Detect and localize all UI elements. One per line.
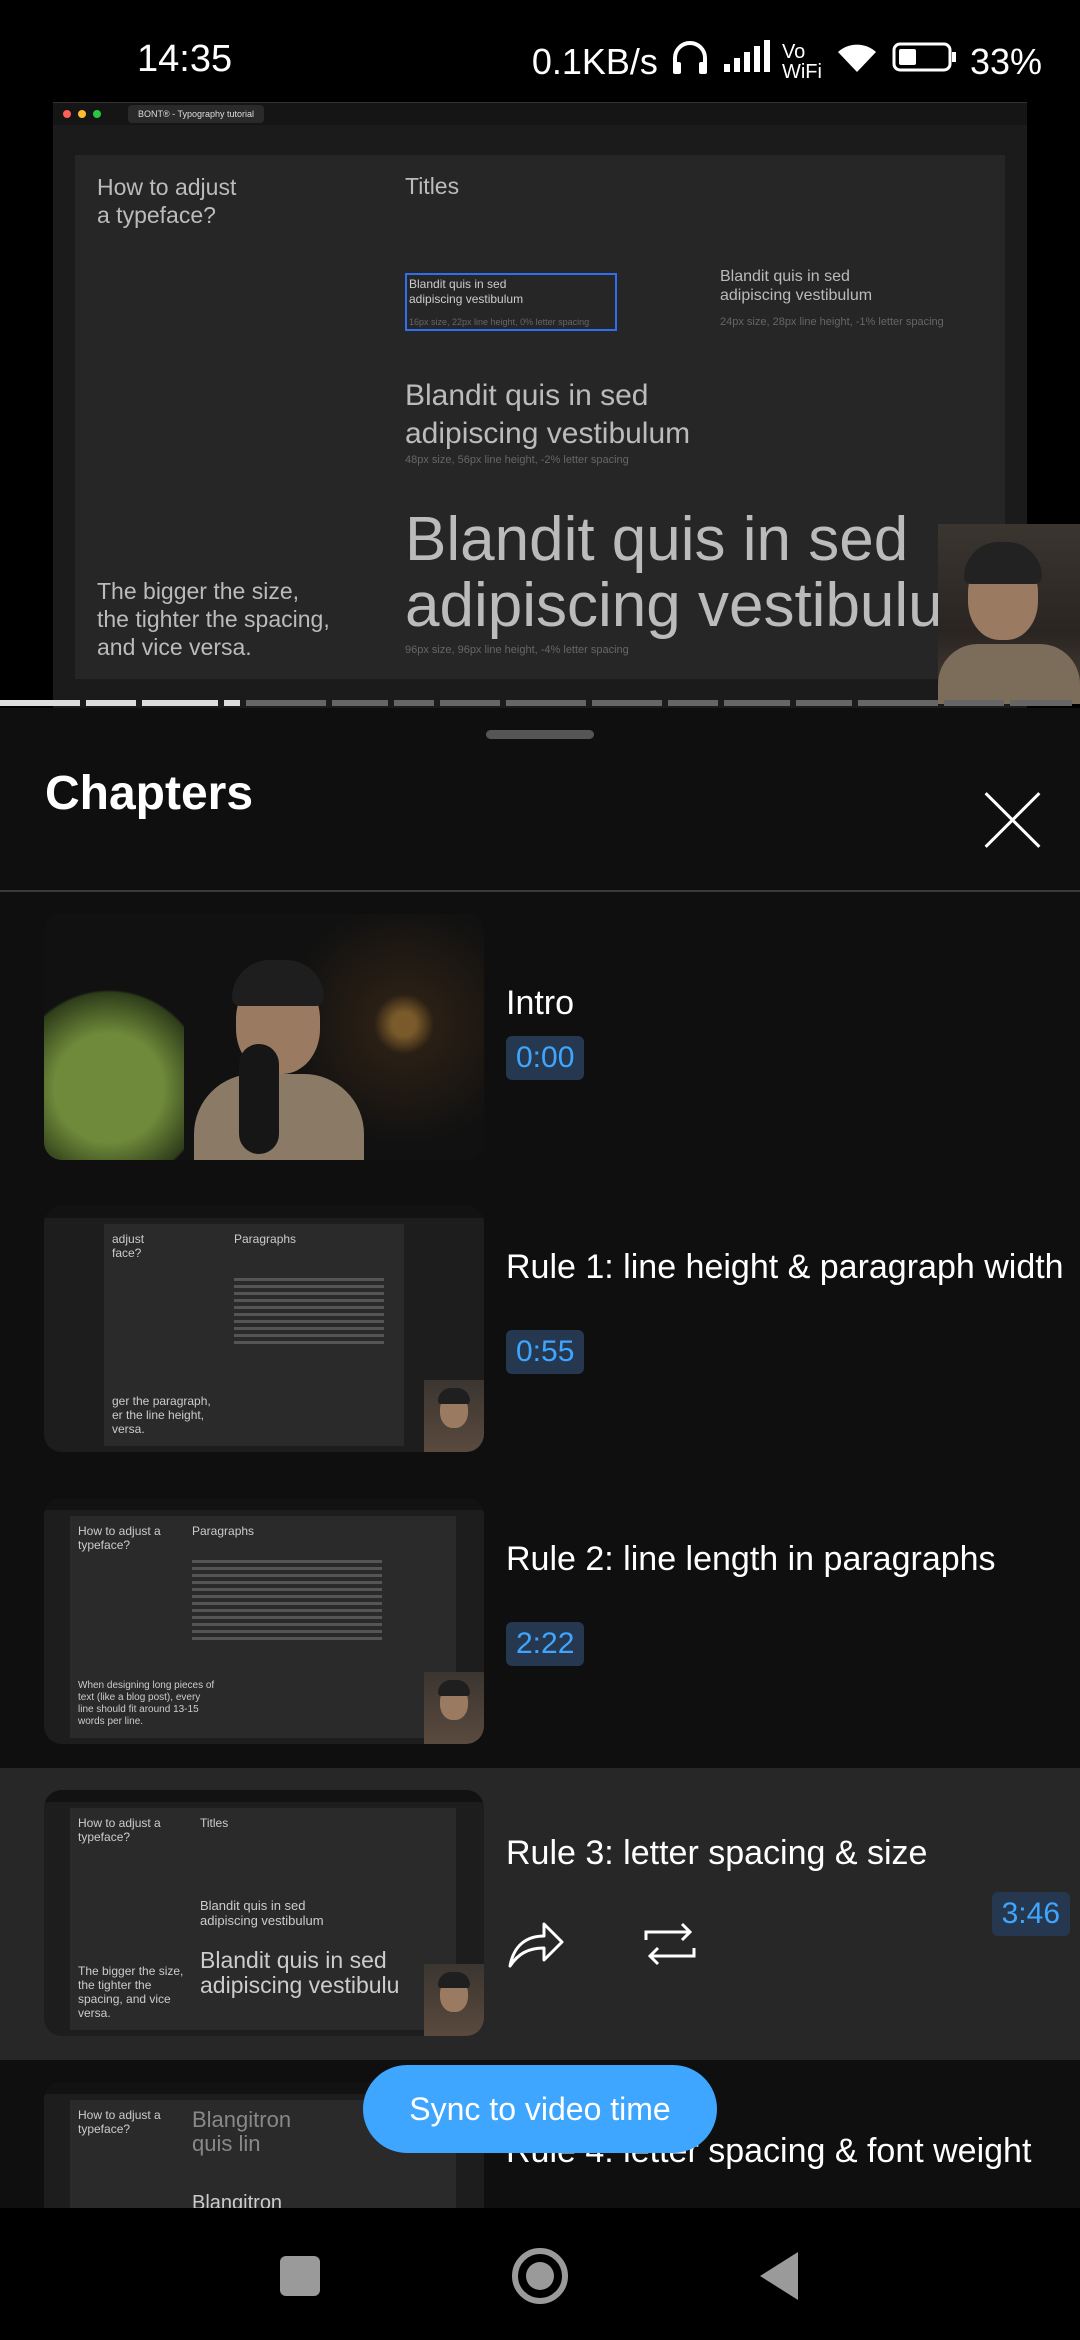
video-player[interactable]: BONT® - Typography tutorial How to adjus… <box>0 100 1080 708</box>
slide-note: The bigger the size, the tighter the spa… <box>97 578 330 660</box>
chapter-actions <box>506 1914 700 1974</box>
divider <box>0 890 1080 892</box>
chapter-thumbnail: How to adjust a typeface? Titles Blandit… <box>44 1790 484 2036</box>
recents-icon[interactable] <box>280 2256 320 2296</box>
network-speed: 0.1KB/s <box>531 40 658 82</box>
slide: How to adjust a typeface? Titles Blandit… <box>75 155 1005 679</box>
chapter-thumbnail: adjust face? Paragraphs ger the paragrap… <box>44 1206 484 1452</box>
drag-handle[interactable] <box>486 730 594 739</box>
chapter-item-rule-3[interactable]: How to adjust a typeface? Titles Blandit… <box>0 1768 1080 2060</box>
panel-title: Chapters <box>45 767 254 820</box>
chapter-thumbnail <box>44 914 484 1160</box>
chapters-panel: Chapters Intro 0:00 adjust face? Paragra… <box>0 708 1080 2208</box>
chapter-timestamp[interactable]: 0:55 <box>506 1330 585 1374</box>
wifi-icon <box>834 40 880 83</box>
chapter-item-rule-2[interactable]: How to adjust a typeface? Paragraphs Whe… <box>0 1484 1080 1776</box>
slide-question: How to adjust a typeface? <box>97 174 237 228</box>
chapter-title: Rule 1: line height & paragraph width <box>506 1248 1064 1286</box>
chapter-title: Rule 2: line length in paragraphs <box>506 1540 996 1578</box>
chapter-title: Rule 3: letter spacing & size <box>506 1834 928 1872</box>
status-bar: 14:35 0.1KB/s Vo WiFi 33% <box>0 0 1080 100</box>
text-sample-48: Blandit quis in sed adipiscing vestibulu… <box>405 379 691 466</box>
close-icon[interactable] <box>980 788 1044 852</box>
chapter-progress-bar[interactable] <box>0 700 1080 706</box>
chapter-item-rule-1[interactable]: adjust face? Paragraphs ger the paragrap… <box>0 1192 1080 1484</box>
back-icon[interactable] <box>760 2252 798 2300</box>
maximize-dot-icon <box>93 110 101 118</box>
selected-text-sample: Blandit quis in sed adipiscing vestibulu… <box>405 273 617 331</box>
status-icons: 0.1KB/s Vo WiFi 33% <box>532 38 1042 85</box>
repeat-icon[interactable] <box>640 1914 700 1974</box>
chapter-timestamp[interactable]: 0:00 <box>506 1036 585 1080</box>
presenter-webcam <box>938 524 1080 704</box>
browser-tab: BONT® - Typography tutorial <box>128 105 265 123</box>
chapter-timestamp[interactable]: 3:46 <box>991 1892 1070 1936</box>
signal-icon <box>722 40 770 83</box>
share-icon[interactable] <box>506 1914 566 1974</box>
video-frame-browser: BONT® - Typography tutorial How to adjus… <box>53 102 1027 708</box>
minimize-dot-icon <box>78 110 86 118</box>
text-sample-96: Blandit quis in sed adipiscing vestibulu… <box>405 505 943 657</box>
sync-to-video-time-button[interactable]: Sync to video time <box>363 2065 717 2153</box>
battery-icon <box>892 40 958 83</box>
close-dot-icon <box>63 110 71 118</box>
chapter-item-intro[interactable]: Intro 0:00 <box>0 900 1080 1192</box>
vowifi-label: Vo WiFi <box>781 40 822 83</box>
chapter-timestamp[interactable]: 2:22 <box>506 1622 585 1666</box>
slide-titles-label: Titles <box>405 173 460 199</box>
chapter-title: Intro <box>506 984 575 1022</box>
home-icon[interactable] <box>512 2248 568 2304</box>
browser-titlebar: BONT® - Typography tutorial <box>53 103 1027 125</box>
text-sample-24: Blandit quis in sed adipiscing vestibulu… <box>720 268 944 328</box>
system-nav-bar <box>0 2208 1080 2340</box>
status-time: 14:35 <box>137 38 233 80</box>
chapter-thumbnail: How to adjust a typeface? Paragraphs Whe… <box>44 1498 484 1744</box>
battery-percent: 33% <box>969 40 1042 82</box>
headphones-icon <box>670 38 710 85</box>
